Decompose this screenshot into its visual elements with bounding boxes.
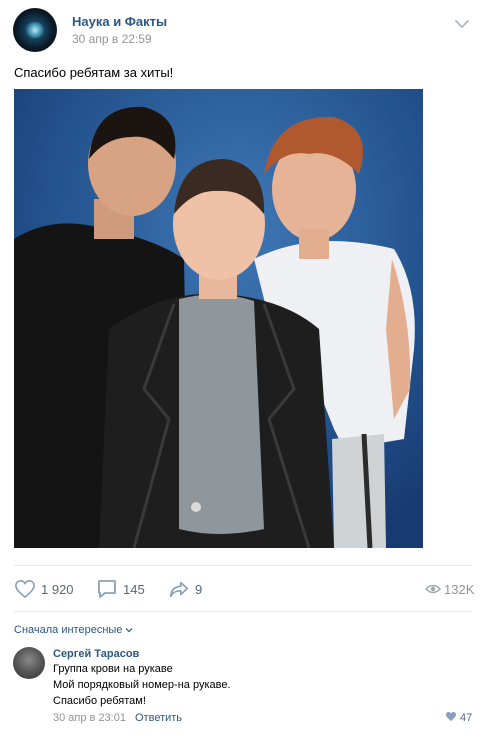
shares-count: 9 xyxy=(195,581,203,597)
share-arrow-icon xyxy=(168,579,190,599)
comment-like-button[interactable]: 47 xyxy=(445,711,472,725)
comment-text-line: Спасибо ребятам! xyxy=(53,695,146,707)
comment-icon xyxy=(96,578,118,600)
comments-sort-label: Сначала интересные xyxy=(14,624,123,636)
heart-icon xyxy=(445,711,457,725)
comment-likes-count: 47 xyxy=(460,712,473,724)
comment-date[interactable]: 30 апр в 23:01 xyxy=(53,712,126,724)
reply-button[interactable]: Ответить xyxy=(135,712,182,724)
comments-count: 145 xyxy=(123,581,145,597)
like-button[interactable]: 1 920 xyxy=(14,578,74,600)
comments-sort-dropdown[interactable]: Сначала интересные xyxy=(14,624,133,636)
heart-icon xyxy=(14,579,36,599)
chevron-down-icon xyxy=(125,624,133,636)
views-count: 132K xyxy=(444,581,475,597)
comment-text-line: Мой порядковый номер-на рукаве. xyxy=(53,679,231,691)
eye-icon xyxy=(425,583,441,595)
chevron-down-icon[interactable] xyxy=(455,16,469,28)
comment-author[interactable]: Сергей Тарасов xyxy=(53,648,139,660)
commenter-avatar[interactable] xyxy=(13,647,45,679)
post-date[interactable]: 30 апр в 22:59 xyxy=(72,32,152,46)
group-avatar[interactable] xyxy=(13,8,57,52)
comment-button[interactable]: 145 xyxy=(96,578,145,600)
comments-divider xyxy=(14,611,472,612)
share-button[interactable]: 9 xyxy=(168,578,202,600)
group-name[interactable]: Наука и Факты xyxy=(72,14,167,29)
actions-divider xyxy=(14,565,472,566)
post-text: Спасибо ребятам за хиты! xyxy=(14,65,174,80)
post-photo[interactable] xyxy=(14,89,423,548)
comment-text-line: Группа крови на рукаве xyxy=(53,663,173,675)
likes-count: 1 920 xyxy=(41,581,74,597)
views-counter: 132K xyxy=(425,578,474,600)
